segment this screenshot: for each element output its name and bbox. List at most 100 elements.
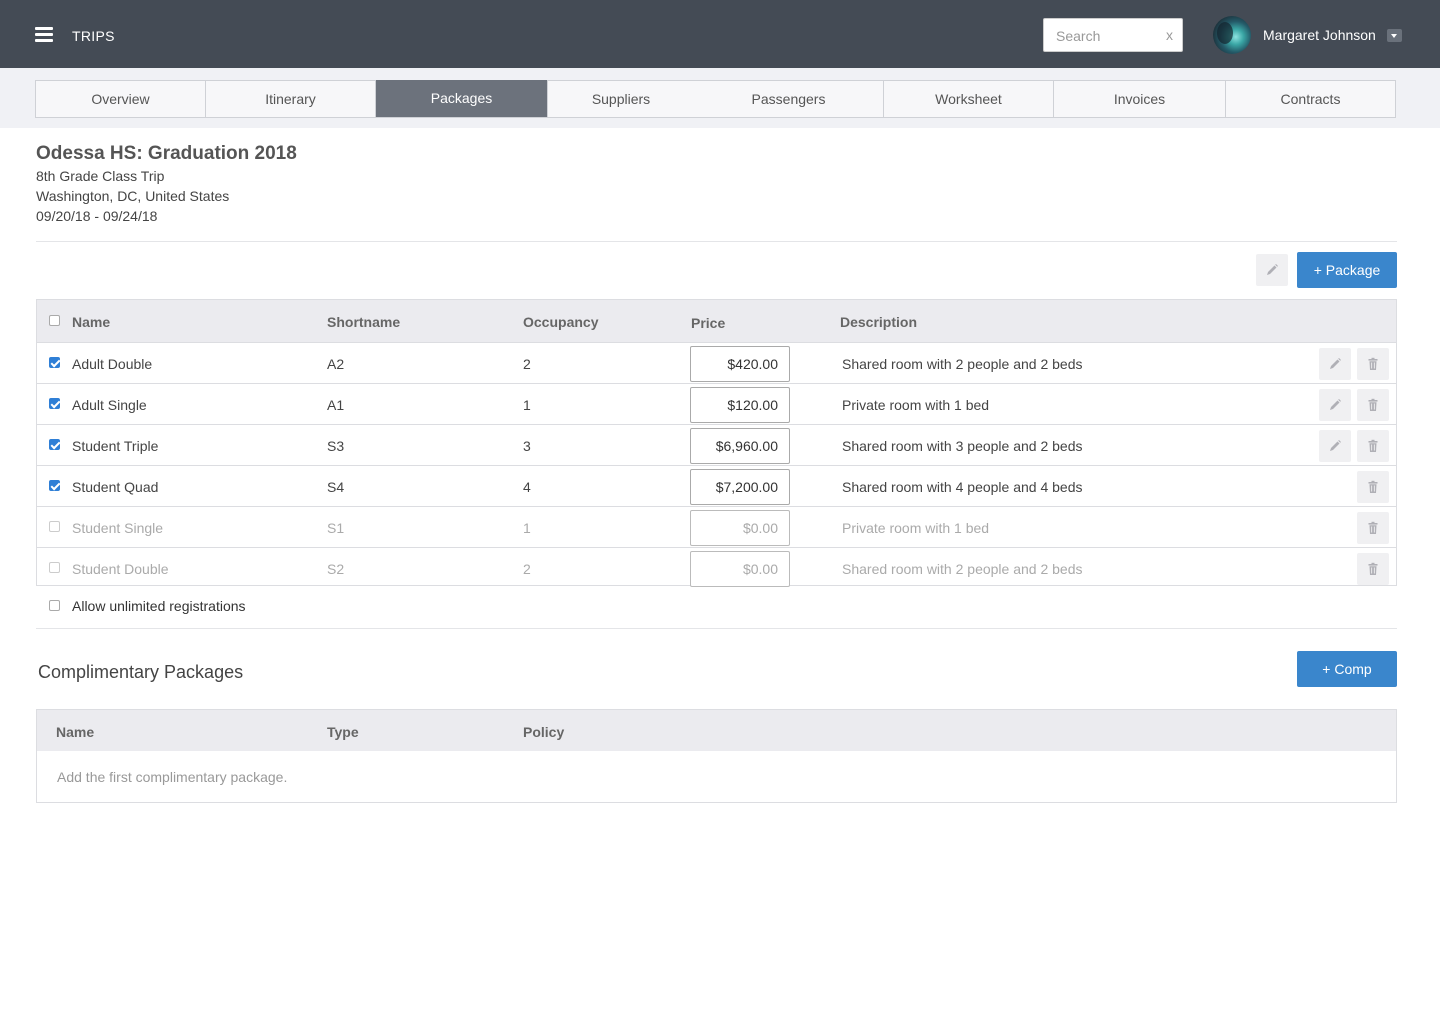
pencil-icon: [1330, 440, 1341, 451]
table-row: Student Double S2 2 Shared room with 2 peop…: [37, 547, 1396, 588]
avatar[interactable]: [1213, 16, 1251, 54]
add-package-button[interactable]: + Package: [1297, 252, 1397, 288]
package-description: Shared room with 3 people and 2 beds: [842, 438, 1083, 454]
edit-row-button[interactable]: [1319, 348, 1351, 380]
trip-subtitle: 8th Grade Class Trip: [36, 168, 165, 184]
delete-row-button[interactable]: [1357, 471, 1389, 503]
package-description: Private room with 1 bed: [842, 520, 990, 536]
row-checkbox[interactable]: [49, 562, 60, 573]
row-checkbox[interactable]: [49, 357, 60, 368]
allow-unlimited-checkbox[interactable]: [49, 600, 60, 611]
trip-title: Odessa HS: Graduation 2018: [36, 143, 297, 164]
select-all-checkbox[interactable]: [49, 315, 60, 326]
packages-table: Name Shortname Occupancy Price Descripti…: [36, 299, 1397, 588]
tab-contracts[interactable]: Contracts: [1226, 81, 1395, 117]
delete-row-button[interactable]: [1357, 430, 1389, 462]
complimentary-title: Complimentary Packages: [38, 662, 244, 682]
package-description: Shared room with 4 people and 4 beds: [842, 479, 1083, 495]
trip-location: Washington, DC, United States: [36, 188, 230, 204]
column-price: Price: [691, 315, 726, 331]
price-input[interactable]: [690, 551, 790, 587]
package-occupancy: 3: [523, 438, 531, 454]
column-name: Name: [72, 314, 111, 330]
table-row: Adult Double A2 2 Shared room with 2 people…: [37, 342, 1396, 383]
package-name: Student Quad: [72, 479, 159, 495]
tab-passengers[interactable]: Passengers: [694, 81, 884, 117]
app-brand[interactable]: TRIPS: [72, 28, 115, 44]
tab-suppliers[interactable]: Suppliers: [548, 81, 694, 117]
package-name: Student Single: [72, 520, 164, 536]
trash-icon: [1368, 439, 1378, 452]
package-occupancy: 1: [523, 520, 531, 536]
trash-icon: [1368, 480, 1378, 493]
tab-worksheet[interactable]: Worksheet: [884, 81, 1054, 117]
table-row: Student Triple S3 3 Shared room with 3 peop…: [37, 424, 1396, 465]
edit-row-button[interactable]: [1319, 389, 1351, 421]
delete-row-button[interactable]: [1357, 348, 1389, 380]
package-shortname: A1: [327, 397, 345, 413]
user-name[interactable]: Margaret Johnson: [1263, 27, 1376, 43]
top-bar: TRIPS x Margaret Johnson: [0, 0, 1440, 68]
package-name: Adult Single: [72, 397, 147, 413]
trash-icon: [1368, 398, 1378, 411]
tabs: Overview Itinerary Packages Suppliers Pa…: [35, 80, 1396, 118]
package-shortname: A2: [327, 356, 345, 372]
search-box: x: [1043, 18, 1183, 52]
tab-overview[interactable]: Overview: [36, 81, 206, 117]
pencil-icon: [1330, 399, 1341, 410]
column-policy: Policy: [523, 724, 565, 740]
tab-packages[interactable]: Packages: [376, 80, 548, 117]
clear-search-icon[interactable]: x: [1166, 27, 1173, 43]
tab-invoices[interactable]: Invoices: [1054, 81, 1226, 117]
package-occupancy: 2: [523, 561, 531, 577]
search-input[interactable]: [1056, 27, 1156, 45]
chevron-down-icon[interactable]: [1387, 29, 1402, 42]
hamburger-icon[interactable]: [35, 27, 53, 43]
package-name: Adult Double: [72, 356, 153, 372]
package-description: Shared room with 2 people and 2 beds: [842, 356, 1083, 372]
add-comp-button[interactable]: + Comp: [1297, 651, 1397, 687]
trash-icon: [1368, 521, 1378, 534]
column-name: Name: [56, 724, 95, 740]
package-shortname: S1: [327, 520, 345, 536]
price-input[interactable]: [690, 510, 790, 546]
pencil-icon: [1267, 264, 1278, 275]
package-shortname: S3: [327, 438, 345, 454]
column-occupancy: Occupancy: [523, 314, 599, 330]
trip-dates: 09/20/18 - 09/24/18: [36, 208, 158, 224]
row-checkbox[interactable]: [49, 521, 60, 532]
row-checkbox[interactable]: [49, 398, 60, 409]
column-type: Type: [327, 724, 359, 740]
complimentary-table: Name Type Policy Add the first complimen…: [36, 709, 1397, 803]
edit-row-button[interactable]: [1319, 430, 1351, 462]
table-row: Student Quad S4 4 Shared room with 4 people…: [37, 465, 1396, 506]
delete-row-button[interactable]: [1357, 512, 1389, 544]
divider: [36, 241, 1397, 242]
row-checkbox[interactable]: [49, 480, 60, 491]
package-shortname: S4: [327, 479, 345, 495]
package-shortname: S2: [327, 561, 345, 577]
row-checkbox[interactable]: [49, 439, 60, 450]
package-description: Shared room with 2 people and 2 beds: [842, 561, 1083, 577]
price-input[interactable]: [690, 387, 790, 423]
packages-table-header: Name Shortname Occupancy Price Descripti…: [37, 300, 1396, 342]
complimentary-table-header: Name Type Policy: [37, 710, 1396, 751]
price-input[interactable]: [690, 469, 790, 505]
package-occupancy: 2: [523, 356, 531, 372]
delete-row-button[interactable]: [1357, 553, 1389, 585]
column-description: Description: [840, 314, 918, 330]
price-input[interactable]: [690, 428, 790, 464]
tab-itinerary[interactable]: Itinerary: [206, 81, 376, 117]
edit-packages-button[interactable]: [1256, 254, 1288, 286]
pencil-icon: [1330, 358, 1341, 369]
package-name: Student Double: [72, 561, 169, 577]
package-occupancy: 4: [523, 479, 531, 495]
tab-bar: Overview Itinerary Packages Suppliers Pa…: [0, 68, 1440, 128]
allow-unlimited-label: Allow unlimited registrations: [72, 598, 246, 614]
delete-row-button[interactable]: [1357, 389, 1389, 421]
column-shortname: Shortname: [327, 314, 401, 330]
trash-icon: [1368, 562, 1378, 575]
package-name: Student Triple: [72, 438, 159, 454]
price-input[interactable]: [690, 346, 790, 382]
package-occupancy: 1: [523, 397, 531, 413]
